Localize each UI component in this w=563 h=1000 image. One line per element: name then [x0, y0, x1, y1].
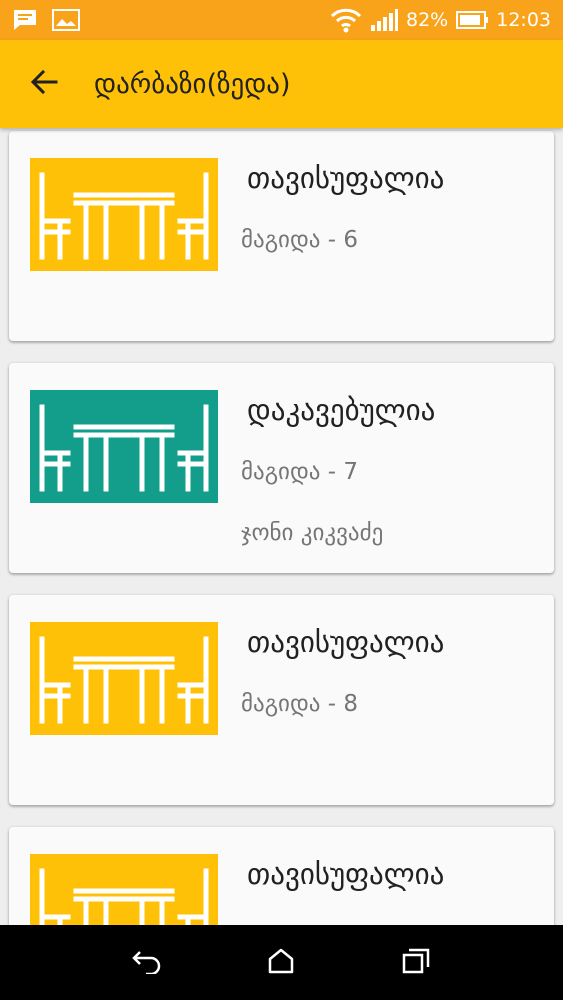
page-title: დარბაზი(ზედა): [94, 68, 291, 100]
image-notification-icon: [52, 9, 80, 31]
table-thumbnail: [30, 854, 218, 925]
nav-recents-button[interactable]: [386, 933, 446, 993]
table-with-chairs-icon: [39, 868, 209, 925]
table-card[interactable]: თავისუფალია მაგიდა - 6: [9, 131, 554, 341]
status-bar: 82% 12:03: [0, 0, 563, 40]
table-status: დაკავებულია: [247, 393, 436, 427]
battery-icon: [456, 11, 489, 29]
table-thumbnail: [30, 158, 218, 271]
table-card[interactable]: თავისუფალია მაგიდა - 8: [9, 595, 554, 805]
table-status: თავისუფალია: [247, 625, 445, 659]
table-with-chairs-icon: [39, 404, 209, 492]
table-list[interactable]: თავისუფალია მაგიდა - 6 დაკავებულია მაგიდ…: [0, 128, 563, 925]
wifi-icon: [330, 7, 362, 33]
table-thumbnail: [30, 622, 218, 735]
table-number: მაგიდა - 7: [241, 459, 359, 485]
app-bar: დარბაზი(ზედა): [0, 40, 563, 128]
table-card[interactable]: თავისუფალია: [9, 827, 554, 925]
chat-notification-icon: [12, 8, 38, 32]
arrow-back-icon: [30, 69, 58, 99]
table-status: თავისუფალია: [247, 161, 445, 195]
nav-home-button[interactable]: [251, 933, 311, 993]
table-number: მაგიდა - 6: [241, 227, 359, 253]
table-number: მაგიდა - 8: [241, 691, 359, 717]
nav-back-button[interactable]: [117, 933, 177, 993]
recents-nav-icon: [402, 948, 430, 978]
table-status: თავისუფალია: [247, 857, 445, 891]
home-nav-icon: [267, 948, 295, 978]
clock: 12:03: [496, 9, 551, 31]
table-thumbnail: [30, 390, 218, 503]
back-nav-icon: [132, 948, 162, 978]
back-button[interactable]: [0, 40, 88, 128]
table-card[interactable]: დაკავებულია მაგიდა - 7 ჯონი კიკვაძე: [9, 363, 554, 573]
waiter-name: ჯონი კიკვაძე: [241, 520, 384, 546]
table-with-chairs-icon: [39, 172, 209, 260]
table-with-chairs-icon: [39, 636, 209, 724]
battery-percent: 82%: [406, 9, 449, 31]
navigation-bar: [0, 925, 563, 1000]
signal-icon: [370, 8, 398, 32]
